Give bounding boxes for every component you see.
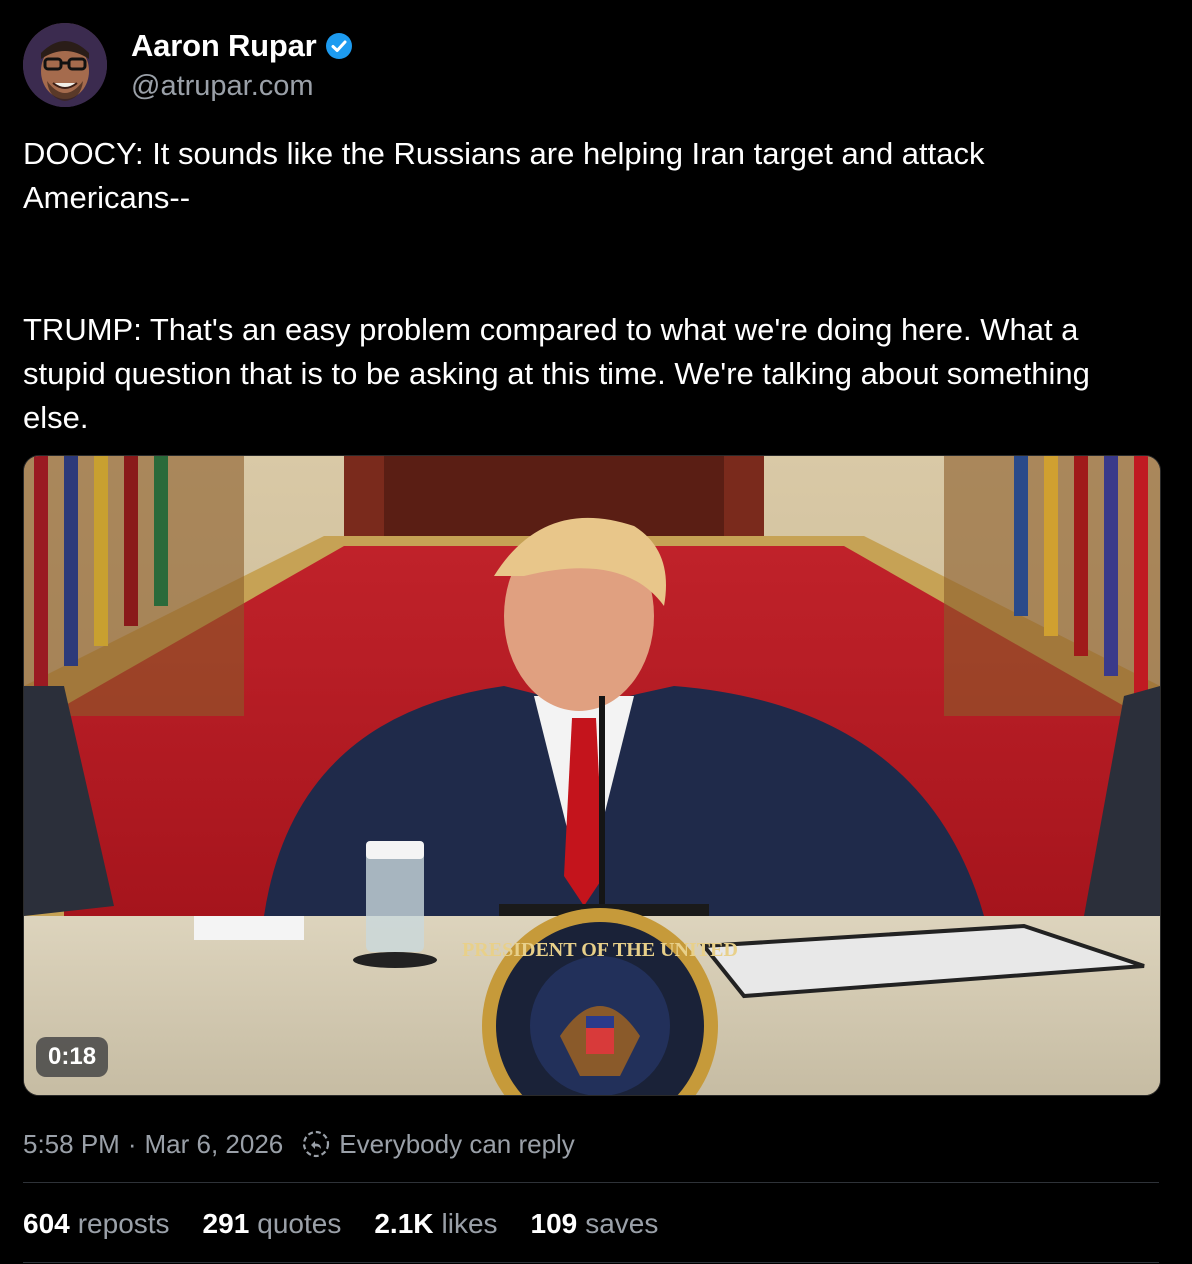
author-handle[interactable]: @atrupar.com [131, 70, 314, 103]
video-duration-badge: 0:18 [36, 1037, 109, 1077]
verified-badge-icon [325, 32, 353, 60]
engagement-stats: 604 reposts 291 quotes 2.1K likes 109 saves [23, 1204, 691, 1244]
saves-label: saves [585, 1208, 659, 1239]
divider [23, 1182, 1159, 1183]
saves-stat[interactable]: 109 saves [531, 1208, 659, 1240]
post-date[interactable]: Mar 6, 2026 [145, 1129, 284, 1160]
reply-settings-icon [301, 1129, 331, 1159]
post-meta: 5:58 PM · Mar 6, 2026 Everybody can repl… [23, 1124, 575, 1164]
reposts-label: reposts [77, 1208, 170, 1239]
avatar[interactable] [23, 23, 107, 107]
video-frame: PRESIDENT OF THE UNITED [24, 456, 1160, 1095]
saves-count: 109 [530, 1208, 578, 1239]
quotes-stat[interactable]: 291 quotes [203, 1208, 342, 1240]
author-name-row: Aaron Rupar [131, 26, 353, 66]
avatar-image [23, 23, 107, 107]
video-player[interactable]: PRESIDENT OF THE UNITED 0:18 [23, 455, 1161, 1096]
divider-bottom [23, 1262, 1159, 1263]
quotes-count: 291 [202, 1208, 250, 1239]
likes-label: likes [441, 1208, 498, 1239]
reposts-stat[interactable]: 604 reposts [23, 1208, 170, 1240]
reposts-count: 604 [23, 1208, 70, 1239]
quotes-label: quotes [257, 1208, 342, 1239]
post-card: Aaron Rupar @atrupar.com DOOCY: It sound… [0, 0, 1192, 1264]
author-display-name[interactable]: Aaron Rupar [131, 28, 317, 64]
post-time[interactable]: 5:58 PM [23, 1129, 120, 1160]
seal-text: PRESIDENT OF THE UNITED [462, 939, 738, 961]
meta-separator: · [127, 1128, 137, 1159]
reply-setting-label[interactable]: Everybody can reply [339, 1129, 575, 1160]
likes-count: 2.1K [374, 1208, 434, 1239]
likes-stat[interactable]: 2.1K likes [374, 1208, 497, 1240]
post-text: DOOCY: It sounds like the Russians are h… [23, 136, 1090, 435]
